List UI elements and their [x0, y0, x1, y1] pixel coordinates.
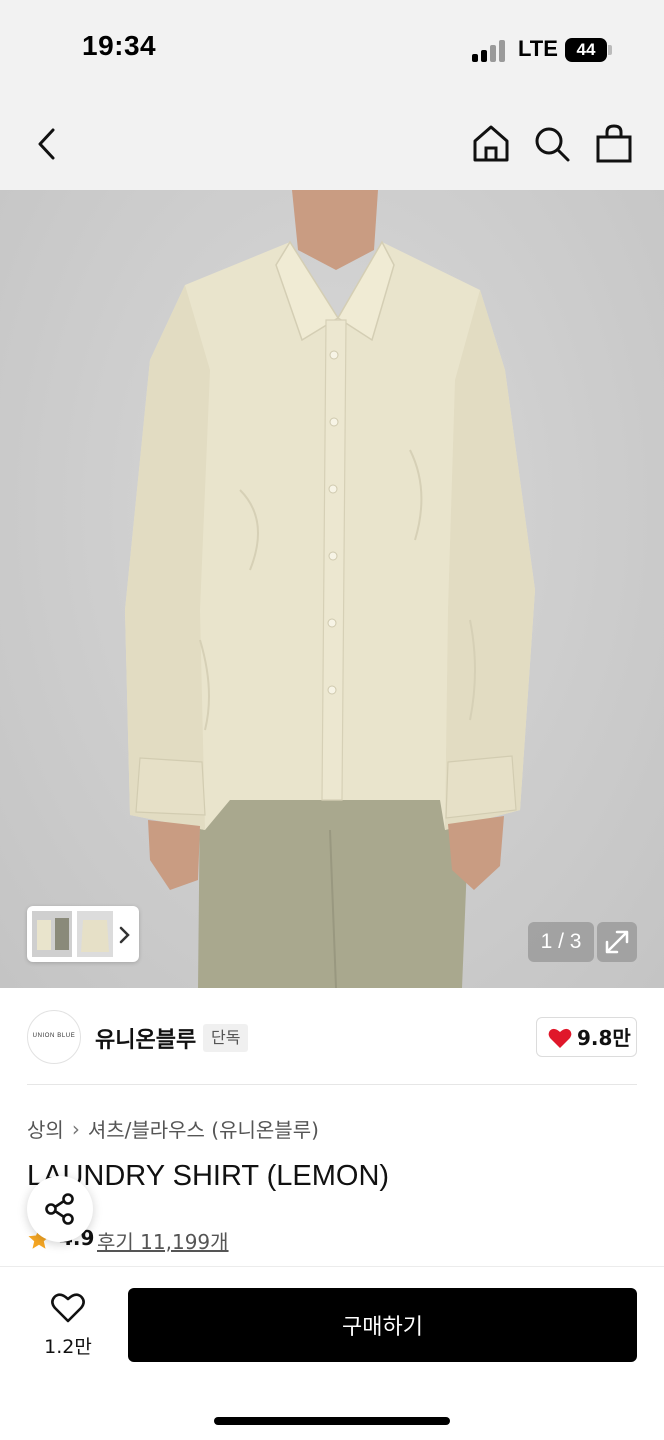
review-link[interactable]: 후기 11,199개 — [97, 1226, 229, 1255]
network-type: LTE — [518, 36, 558, 61]
brand-logo[interactable]: UNION BLUE — [27, 1010, 81, 1064]
buy-button[interactable]: 구매하기 — [128, 1288, 637, 1362]
share-button[interactable] — [27, 1176, 93, 1242]
nav-header — [0, 100, 664, 190]
brand-like-count: 9.8만 — [577, 1026, 631, 1050]
brand-like-button[interactable]: 9.8만 — [536, 1017, 637, 1057]
wishlist-button[interactable]: 1.2만 — [36, 1290, 100, 1360]
divider — [27, 1084, 637, 1085]
expand-icon[interactable] — [597, 922, 637, 962]
thumbnail-images — [32, 911, 130, 957]
wishlist-count: 1.2만 — [44, 1336, 92, 1358]
breadcrumb-subcategory[interactable]: 셔츠/블라우스 (유니온블루) — [88, 1114, 319, 1143]
breadcrumb-category[interactable]: 상의 — [27, 1114, 64, 1143]
share-icon — [45, 1193, 74, 1225]
product-photo — [125, 190, 535, 988]
brand-logo-text: UNION BLUE — [32, 1033, 76, 1039]
heart-outline-icon — [51, 1293, 85, 1323]
breadcrumb: 상의 › 셔츠/블라우스 (유니온블루) — [27, 1114, 319, 1143]
image-counter: 1 / 3 — [528, 922, 594, 962]
status-time: 19:34 — [82, 30, 157, 61]
back-icon[interactable] — [26, 122, 70, 166]
brand-name[interactable]: 유니온블루 — [95, 1022, 196, 1054]
shopping-bag-icon[interactable] — [592, 122, 636, 166]
home-indicator — [214, 1417, 450, 1425]
home-icon[interactable] — [469, 122, 513, 166]
product-image[interactable]: 1 / 3 — [0, 190, 664, 988]
status-bar: 19:34 LTE 44 — [0, 0, 664, 100]
battery-tip — [608, 45, 612, 55]
thumbnail-strip[interactable] — [27, 906, 139, 962]
signal-icon — [472, 38, 508, 62]
heart-filled-icon — [548, 1028, 572, 1048]
battery-icon: 44 — [565, 38, 607, 62]
search-icon[interactable] — [530, 122, 574, 166]
exclusive-badge: 단독 — [203, 1024, 249, 1052]
chevron-right-icon: › — [71, 1116, 80, 1141]
battery-level: 44 — [576, 40, 596, 59]
